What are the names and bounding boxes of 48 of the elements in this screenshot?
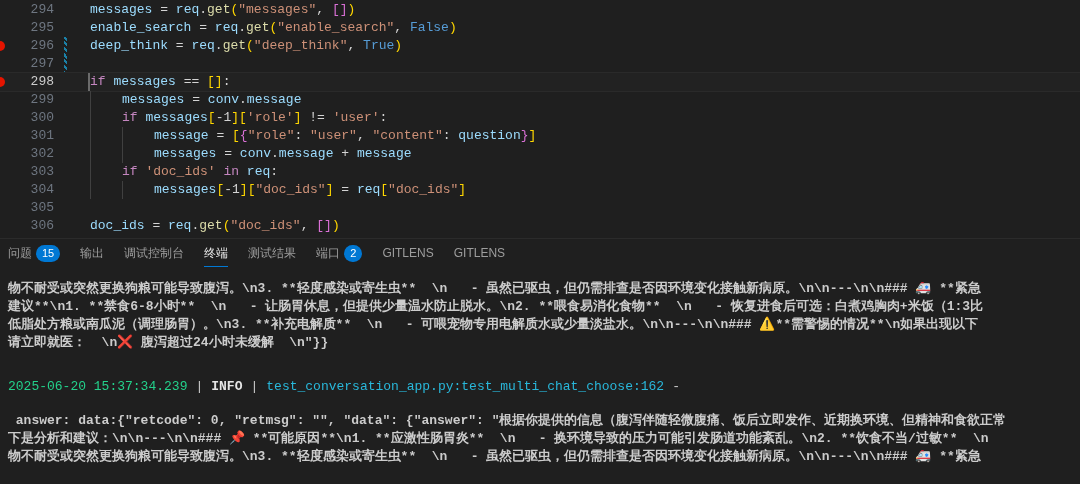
panel-tab[interactable]: 问题 15 <box>8 240 61 267</box>
log-source: test_conversation_app.py:test_multi_chat_choose:162 <box>266 378 665 396</box>
log-level: INFO <box>211 378 243 396</box>
line-number: 305 <box>30 199 54 218</box>
line-number: 300 <box>30 109 54 128</box>
log-separator: - <box>672 378 680 396</box>
code-line: messages = conv.message <box>122 91 302 110</box>
panel-tab[interactable]: 输出 <box>80 240 105 267</box>
terminal-line: 建议**\n1. **禁食6-8小时** \n - 让肠胃休息，但提供少量温水防止脱水。\n2. **喂食易消化食物** \n - 恢复进食后可选：白煮鸡胸肉+米饭（1:3比 <box>8 298 984 316</box>
line-number: 295 <box>30 19 54 38</box>
code-line: deep_think = req.get("deep_think", True) <box>90 37 403 56</box>
panel-tab[interactable]: GITLENS <box>453 240 506 267</box>
log-timestamp: 2025-06-20 15:37:34.239 <box>8 378 188 396</box>
terminal-line: 低脂处方粮或南瓜泥（调理肠胃）。\n3. **补充电解质** \n - 可喂宠物专用电解质水或少量淡盐水。\n\n---\n\n### ⚠**需警惕的情况**\n如果出现以下 <box>8 316 979 334</box>
line-number: 297 <box>30 55 54 74</box>
code-line: messages = conv.message + message <box>154 145 412 164</box>
count-badge: 15 <box>36 244 61 262</box>
panel-tab[interactable]: 调试控制台 <box>124 240 185 267</box>
code-line: messages[-1]["doc_ids"] = req["doc_ids"] <box>154 181 467 200</box>
line-number: 296 <box>30 37 54 56</box>
panel-tab[interactable]: 测试结果 <box>248 240 297 267</box>
line-number: 299 <box>30 91 54 110</box>
panel-tab[interactable]: 端口 2 <box>316 240 363 267</box>
line-number: 304 <box>30 181 54 200</box>
code-line: message = [{"role": "user", "content": question}] <box>154 127 537 146</box>
line-number: 303 <box>30 163 54 182</box>
line-number: 306 <box>30 217 54 236</box>
terminal-line: 请立即就医： \n❌ 腹泻超过24小时未缓解 \n"}} <box>8 334 329 352</box>
code-line: if messages == []: <box>90 73 231 92</box>
terminal-line: 物不耐受或突然更换狗粮可能导致腹泻。\n3. **轻度感染或寄生虫** \n - 虽然已驱虫，但仍需排查是否因环境变化接触新病原。\n\n---\n\n### 🚑 **紧急 <box>8 280 981 298</box>
line-number: 302 <box>30 145 54 164</box>
code-line: if messages[-1]['role'] != 'user': <box>122 109 388 128</box>
terminal-line: 下是分析和建议：\n\n---\n\n### 📌 **可能原因**\n1. **应激性肠胃炎** \n - 换环境导致的压力可能引发肠道功能紊乱。\n2. **饮食不当/过敏** \n <box>8 430 989 448</box>
cursor-line-marker <box>88 73 90 91</box>
panel-tab[interactable]: GITLENS <box>382 240 434 267</box>
count-badge: 2 <box>344 244 363 262</box>
code-line: messages = req.get("messages", []) <box>90 1 356 20</box>
terminal-line: answer: data:{"retcode": 0, "retmsg": "", "data": {"answer": "根据你提供的信息（腹泻伴随轻微腹痛、饭后立即发作、近期换环境、但精神和食欲正常 <box>14 412 1007 430</box>
log-separator: | <box>250 378 259 396</box>
line-number: 301 <box>30 127 54 146</box>
code-line: if 'doc_ids' in req: <box>122 163 279 182</box>
code-line: doc_ids = req.get("doc_ids", []) <box>90 217 340 236</box>
code-line: enable_search = req.get("enable_search", False) <box>90 19 457 38</box>
line-number: 294 <box>30 1 54 20</box>
panel-tab[interactable]: 终端 <box>204 240 229 267</box>
log-separator: | <box>195 378 204 396</box>
line-number: 298 <box>30 73 54 92</box>
terminal-line: 物不耐受或突然更换狗粮可能导致腹泻。\n3. **轻度感染或寄生虫** \n - 虽然已驱虫，但仍需排查是否因环境变化接触新病原。\n\n---\n\n### 🚑 **紧急 <box>8 448 981 466</box>
